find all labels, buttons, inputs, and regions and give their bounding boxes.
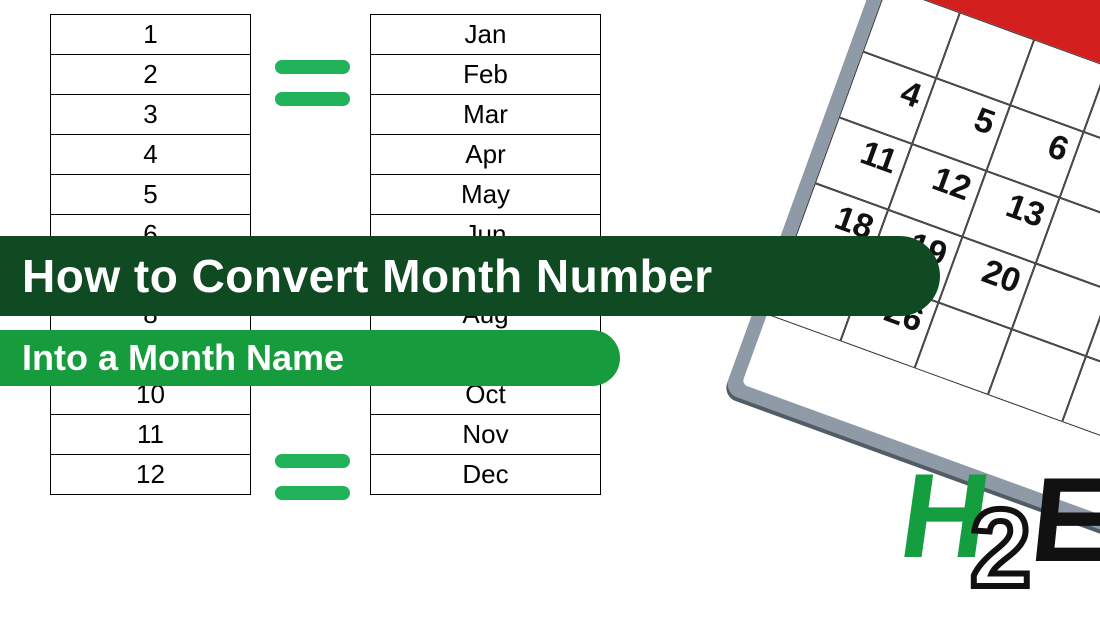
table-row: 1	[51, 15, 251, 55]
table-row: May	[371, 175, 601, 215]
title-primary: How to Convert Month Number	[0, 236, 940, 316]
table-row: 5	[51, 175, 251, 215]
number-cell: 1	[51, 15, 251, 55]
table-row: Feb	[371, 55, 601, 95]
thumbnail-graphic: 1 2 3 4 5 6 7 8 9 10 11 12 Jan Feb Mar A…	[0, 0, 1100, 619]
number-cell: 4	[51, 135, 251, 175]
table-row: Nov	[371, 415, 601, 455]
number-cell: 11	[51, 415, 251, 455]
table-row: 2	[51, 55, 251, 95]
month-cell: May	[371, 175, 601, 215]
table-row: 3	[51, 95, 251, 135]
table-row: Apr	[371, 135, 601, 175]
logo-letter-2: 2	[970, 485, 1031, 612]
equals-icon	[275, 60, 350, 106]
table-row: 4	[51, 135, 251, 175]
month-cell: Feb	[371, 55, 601, 95]
month-cell: Apr	[371, 135, 601, 175]
table-row: Mar	[371, 95, 601, 135]
month-cell: Mar	[371, 95, 601, 135]
number-cell: 12	[51, 455, 251, 495]
table-row: 11	[51, 415, 251, 455]
table-row: Jan	[371, 15, 601, 55]
table-row: Dec	[371, 455, 601, 495]
logo-letter-e: E	[1025, 451, 1100, 589]
month-cell: Nov	[371, 415, 601, 455]
month-cell: Jan	[371, 15, 601, 55]
table-row: 12	[51, 455, 251, 495]
h2e-logo: H 2 E	[898, 447, 1098, 617]
equals-icon	[275, 454, 350, 500]
number-cell: 3	[51, 95, 251, 135]
number-cell: 2	[51, 55, 251, 95]
month-cell: Dec	[371, 455, 601, 495]
title-secondary: Into a Month Name	[0, 330, 620, 386]
number-cell: 5	[51, 175, 251, 215]
